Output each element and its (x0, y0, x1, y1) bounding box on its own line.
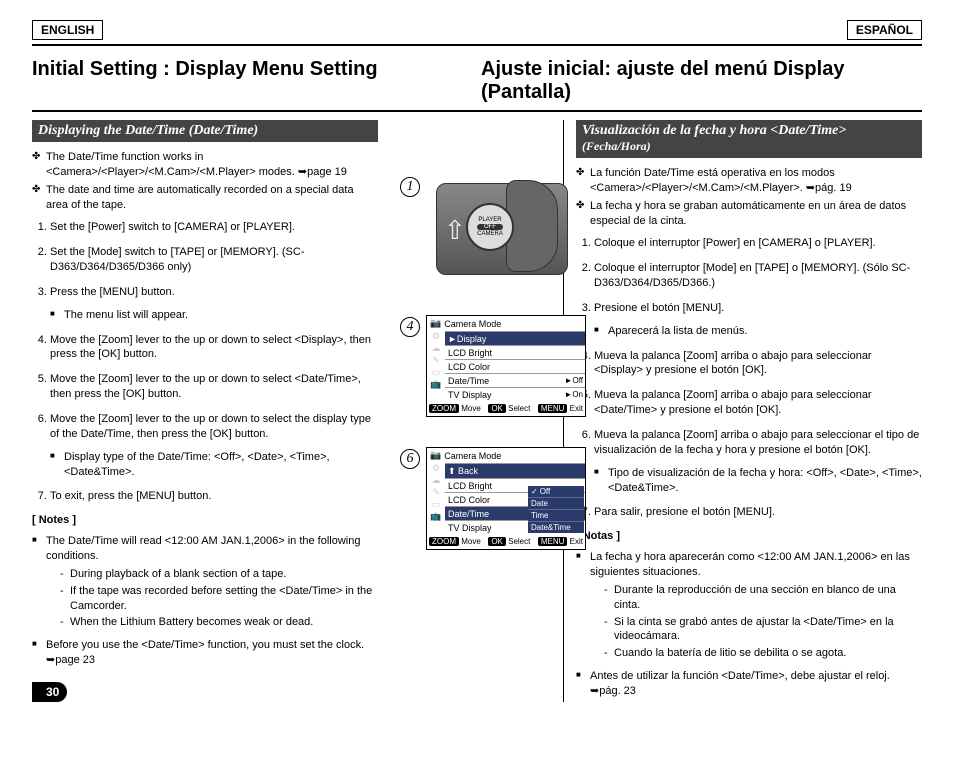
en-step-1: Set the [Power] switch to [CAMERA] or [P… (50, 220, 378, 235)
es-step-3: Presione el botón [MENU]. Aparecerá la l… (594, 301, 922, 339)
option-date: Date (528, 497, 584, 509)
en-step-4: Move the [Zoom] lever to the up or down … (50, 333, 378, 363)
gear-icon: ⚙ (428, 462, 444, 474)
lang-english: ENGLISH (32, 20, 103, 40)
submenu-date-time: Off Date Time Date&Time (528, 486, 584, 533)
en-notes-header: [ Notes ] (32, 514, 378, 526)
option-off: Off (528, 486, 584, 497)
tape-icon: ▭ (428, 498, 444, 510)
menu-row-display: ►Display (445, 331, 585, 345)
section-header-es: Visualización de la fecha y hora <Date/T… (576, 120, 922, 158)
es-bullet-2: La fecha y hora se graban automáticament… (576, 199, 922, 229)
menu-screen-6: 📷Camera Mode ⚙ ☁ ✎ ▭ 📺 ⬆ Back LCD Bright… (426, 447, 586, 550)
es-step-6: Mueva la palanca [Zoom] arriba o abajo p… (594, 428, 922, 495)
menu-row-tv-display: TV Display►On (445, 387, 585, 401)
es-note-1: La fecha y hora aparecerán como <12:00 A… (576, 550, 922, 580)
gear-icon: ⚙ (428, 330, 444, 342)
es-step-5: Mueva la palanca [Zoom] arriba o abajo p… (594, 388, 922, 418)
en-bullet-2: The date and time are automatically reco… (32, 183, 378, 213)
es-step-4: Mueva la palanca [Zoom] arriba o abajo p… (594, 349, 922, 379)
diagrams: 1 ⇧ PLAYER OFF CAMERA 4 (402, 175, 592, 550)
en-step-7: To exit, press the [MENU] button. (50, 489, 378, 504)
column-spanish: Visualización de la fecha y hora <Date/T… (563, 120, 922, 702)
en-step-5: Move the [Zoom] lever to the up or down … (50, 372, 378, 402)
es-note-2: Antes de utilizar la función <Date/Time>… (576, 669, 922, 699)
step-badge-1: 1 (400, 177, 420, 197)
camera-icon: 📷 (430, 318, 441, 329)
lang-spanish: ESPAÑOL (847, 20, 922, 40)
arrow-icon: ⇧ (444, 215, 466, 246)
menu-screen-4: 📷Camera Mode ⚙ ☁ ✎ ▭ 📺 ►Display LCD Brig… (426, 315, 586, 417)
en-step-6: Move the [Zoom] lever to the up or down … (50, 412, 378, 479)
menu-sidebar-icons: ⚙ ☁ ✎ ▭ 📺 (428, 462, 444, 522)
es-note-1a: Durante la reproducción de una sección e… (604, 583, 922, 613)
camera-illustration: ⇧ PLAYER OFF CAMERA (426, 175, 586, 285)
es-step-7: Para salir, presione el botón [MENU]. (594, 505, 922, 520)
es-step-6a: Tipo de visualización de la fecha y hora… (594, 466, 922, 496)
cloud-icon: ☁ (428, 342, 444, 354)
step-badge-6: 6 (400, 449, 420, 469)
en-note-1c: When the Lithium Battery becomes weak or… (60, 615, 378, 630)
menu-footer: ZOOM Move OK Select MENU Exit (427, 534, 585, 549)
es-bullet-1: La función Date/Time está operativa en l… (576, 166, 922, 196)
pencil-icon: ✎ (428, 486, 444, 498)
en-step-3: Press the [MENU] button. The menu list w… (50, 285, 378, 323)
en-step-2: Set the [Mode] switch to [TAPE] or [MEMO… (50, 245, 378, 275)
option-date-time: Date&Time (528, 521, 584, 533)
camera-icon: 📷 (430, 450, 441, 461)
tv-icon: 📺 (428, 378, 444, 390)
step-badge-4: 4 (400, 317, 420, 337)
en-bullet-1: The Date/Time function works in <Camera>… (32, 150, 378, 180)
page-number: 30 (32, 682, 378, 702)
tv-icon: 📺 (428, 510, 444, 522)
es-step-3a: Aparecerá la lista de menús. (594, 324, 922, 339)
option-time: Time (528, 509, 584, 521)
cloud-icon: ☁ (428, 474, 444, 486)
pencil-icon: ✎ (428, 354, 444, 366)
en-step-3a: The menu list will appear. (50, 308, 378, 323)
es-note-1c: Cuando la batería de litio se debilita o… (604, 646, 922, 661)
menu-sidebar-icons: ⚙ ☁ ✎ ▭ 📺 (428, 330, 444, 390)
menu-row-lcd-bright: LCD Bright (445, 345, 585, 359)
es-step-1: Coloque el interruptor [Power] en [CAMER… (594, 236, 922, 251)
en-note-1a: During playback of a blank section of a … (60, 567, 378, 582)
power-dial: PLAYER OFF CAMERA (466, 203, 514, 251)
es-step-2: Coloque el interruptor [Mode] en [TAPE] … (594, 261, 922, 291)
menu-footer: ZOOM Move OK Select MENU Exit (427, 401, 585, 416)
tape-icon: ▭ (428, 366, 444, 378)
en-note-1b: If the tape was recorded before setting … (60, 584, 378, 614)
title-es: Ajuste inicial: ajuste del menú Display … (473, 54, 922, 110)
title-en: Initial Setting : Display Menu Setting (32, 54, 473, 110)
en-step-6a: Display type of the Date/Time: <Off>, <D… (50, 450, 378, 480)
menu-row-date-time: Date/Time►Off (445, 373, 585, 387)
menu-row-back: ⬆ Back (445, 463, 585, 478)
menu-row-lcd-color: LCD Color (445, 359, 585, 373)
section-header-en: Displaying the Date/Time (Date/Time) (32, 120, 378, 142)
en-note-2: Before you use the <Date/Time> function,… (32, 638, 378, 668)
es-note-1b: Si la cinta se grabó antes de ajustar la… (604, 615, 922, 645)
en-note-1: The Date/Time will read <12:00 AM JAN.1,… (32, 534, 378, 564)
es-notes-header: [ Notas ] (576, 530, 922, 542)
